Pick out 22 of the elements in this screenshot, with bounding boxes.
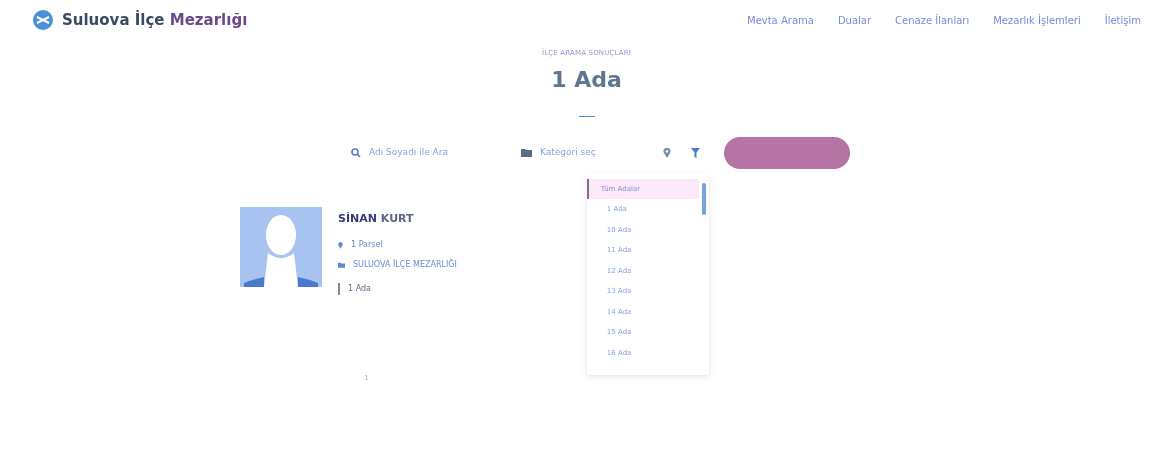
category-select[interactable]: Kategori seç	[513, 136, 643, 169]
folder-icon	[521, 148, 532, 157]
cemetery-text: SULUOVA İLÇE MEZARLIĞI	[353, 259, 457, 271]
logo-icon	[32, 9, 54, 31]
nav-link[interactable]: Dualar	[837, 12, 872, 28]
location-pin-icon	[338, 241, 343, 249]
filter-icon[interactable]	[691, 147, 700, 158]
folder-icon	[338, 262, 345, 268]
scrollbar-thumb[interactable]	[701, 182, 706, 215]
block-text: 1 Ada	[348, 283, 371, 295]
person-name[interactable]: SİNAN KURT	[338, 210, 457, 227]
search-button[interactable]	[724, 136, 850, 169]
nav-link[interactable]: İletişim	[1104, 12, 1141, 28]
nav-link[interactable]: Cenaze İlanları	[895, 12, 970, 28]
site-title[interactable]: Suluova İlçe Mezarlığı	[62, 8, 248, 32]
parcel-text: 1 Parsel	[351, 239, 383, 251]
search-field[interactable]: Adı Soyadı ile Ara	[369, 145, 479, 160]
nav-link[interactable]: Mezarlık İşlemleri	[993, 12, 1081, 28]
search-icon	[351, 147, 361, 158]
nav-link[interactable]: Mevta Arama	[747, 12, 814, 28]
location-pin-icon[interactable]	[663, 147, 671, 158]
page-title: 1 Ada	[551, 65, 622, 94]
